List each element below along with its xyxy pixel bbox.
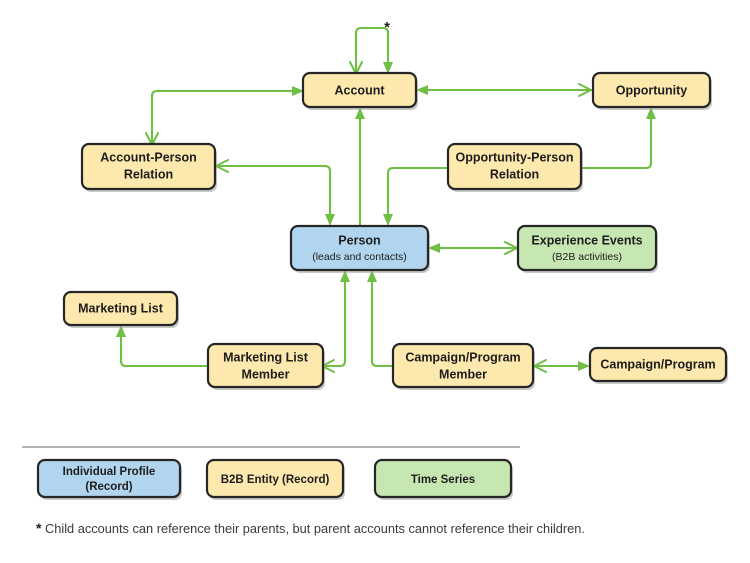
node-experience-events-sublabel: (B2B activities) (552, 251, 622, 263)
node-person[interactable]: Person (leads and contacts) (289, 224, 430, 273)
footnote-text: Child accounts can reference their paren… (45, 521, 585, 536)
node-account-person-relation-label2: Relation (124, 167, 173, 181)
footnote-asterisk: * (36, 520, 42, 536)
node-marketing-list-member[interactable]: Marketing List Member (206, 342, 325, 390)
node-opportunity-person-relation-label2: Relation (490, 167, 539, 181)
node-opportunity[interactable]: Opportunity (591, 71, 712, 110)
edge-campaign-program-member-to-campaign-program (533, 359, 590, 373)
node-campaign-program-member-label2: Member (439, 367, 487, 381)
edge-opportunity-to-account (416, 83, 594, 97)
node-opportunity-person-relation-label: Opportunity-Person (455, 150, 573, 164)
node-marketing-list[interactable]: Marketing List (62, 290, 179, 328)
node-account-person-relation[interactable]: Account-Person Relation (80, 142, 217, 192)
node-person-label: Person (338, 233, 380, 247)
legend-b2b-entity-label: B2B Entity (Record) (221, 474, 330, 486)
self-reference-asterisk: * (384, 19, 390, 36)
legend-time-series-label: Time Series (411, 474, 475, 486)
node-account-label: Account (335, 83, 386, 97)
legend-item-b2b-entity: B2B Entity (Record) (205, 458, 345, 500)
legend-item-time-series: Time Series (373, 458, 513, 500)
node-marketing-list-member-label2: Member (242, 367, 290, 381)
edge-experience-events-to-person (428, 241, 520, 255)
edge-marketing-list-member-to-person (321, 270, 350, 373)
node-campaign-program-member-label: Campaign/Program (405, 350, 520, 364)
node-campaign-program-member[interactable]: Campaign/Program Member (391, 342, 535, 390)
edge-account-person-relation-to-account (145, 86, 304, 146)
entity-relationship-diagram: Account Opportunity Account-Person Relat… (22, 19, 728, 500)
node-opportunity-person-relation[interactable]: Opportunity-Person Relation (446, 142, 583, 192)
node-account[interactable]: Account (301, 71, 418, 110)
edge-account-person-relation-to-person (215, 159, 335, 226)
node-opportunity-label: Opportunity (616, 83, 688, 97)
node-account-person-relation-label: Account-Person (100, 150, 197, 164)
footnote: * Child accounts can reference their par… (36, 520, 726, 536)
edge-marketing-list-member-to-marketing-list (116, 325, 222, 373)
node-marketing-list-label: Marketing List (78, 301, 164, 315)
legend-individual-profile-label2: (Record) (85, 481, 132, 493)
legend-item-individual-profile: Individual Profile (Record) (36, 458, 182, 500)
edge-person-to-account (353, 107, 367, 240)
node-person-sublabel: (leads and contacts) (312, 251, 407, 263)
node-marketing-list-member-label: Marketing List (223, 350, 309, 364)
legend-individual-profile-label: Individual Profile (63, 466, 156, 478)
node-campaign-program-label: Campaign/Program (600, 357, 715, 371)
node-experience-events-label: Experience Events (531, 233, 642, 247)
node-campaign-program[interactable]: Campaign/Program (588, 346, 728, 384)
node-experience-events[interactable]: Experience Events (B2B activities) (516, 224, 658, 273)
diagram-canvas: Account Opportunity Account-Person Relat… (0, 0, 750, 563)
